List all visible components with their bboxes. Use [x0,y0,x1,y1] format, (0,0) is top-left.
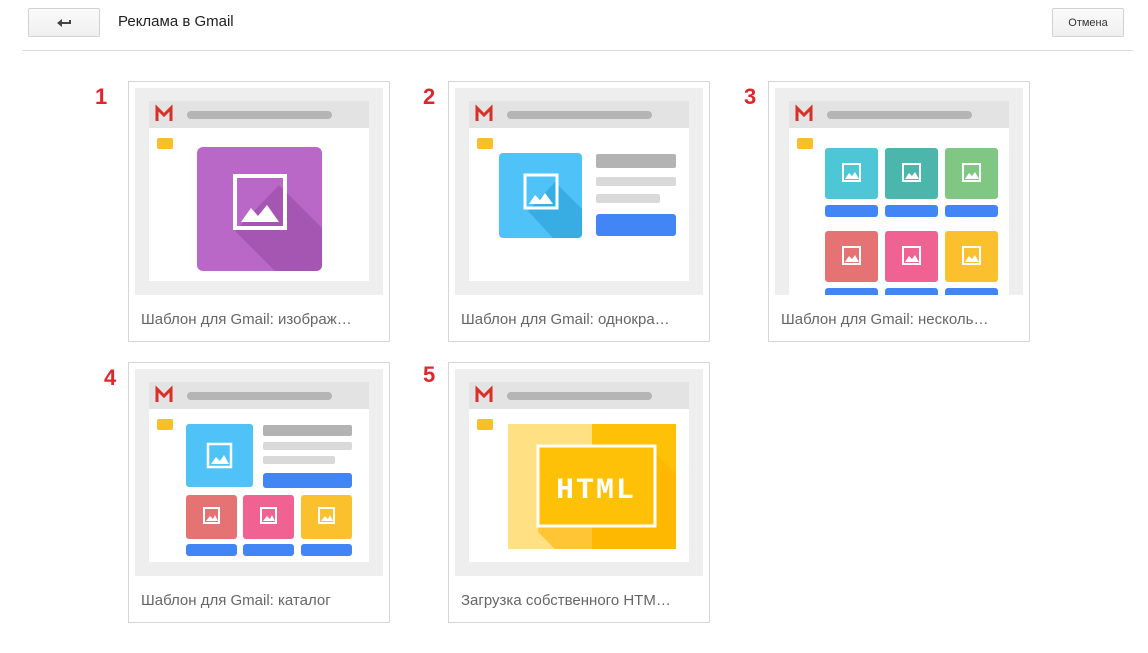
template-card-catalog[interactable]: Шаблон для Gmail: каталог [128,362,390,623]
top-bar: Реклама в Gmail Отмена [22,0,1133,51]
page-title: Реклама в Gmail [118,13,234,30]
template-preview [135,369,383,576]
image-placeholder-icon [197,147,322,271]
template-label: Загрузка собственного HTM… [461,592,671,609]
template-card-single-promotion[interactable]: Шаблон для Gmail: однокра… [448,81,710,342]
template-number-3: 3 [744,84,757,109]
template-label: Шаблон для Gmail: изображ… [141,311,352,328]
template-card-single-image[interactable]: Шаблон для Gmail: изображ… [128,81,390,342]
template-preview [455,88,703,295]
cancel-button[interactable]: Отмена [1052,8,1124,37]
template-card-custom-html[interactable]: HTML Загрузка собственного HTM… [448,362,710,623]
template-number-4: 4 [104,365,117,390]
html-badge-text: HTML [556,474,636,508]
template-preview [135,88,383,295]
template-label: Шаблон для Gmail: несколь… [781,311,989,328]
template-number-1: 1 [95,84,108,109]
template-number-5: 5 [423,362,436,387]
template-card-multi-product[interactable]: Шаблон для Gmail: несколь… [768,81,1030,342]
back-arrow-icon [56,17,72,29]
back-button[interactable] [28,8,100,37]
template-label: Шаблон для Gmail: однокра… [461,311,670,328]
template-label: Шаблон для Gmail: каталог [141,592,331,609]
template-preview [775,88,1023,295]
template-preview: HTML [455,369,703,576]
template-number-2: 2 [423,84,436,109]
